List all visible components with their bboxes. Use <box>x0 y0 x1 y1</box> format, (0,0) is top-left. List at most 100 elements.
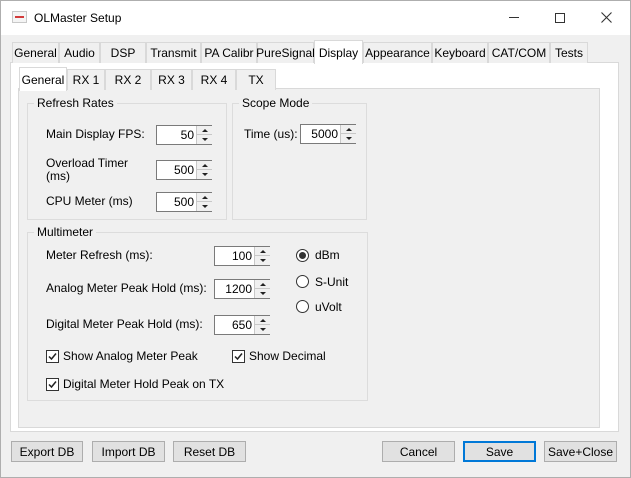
arrow-up-icon <box>259 249 266 253</box>
scope-time-spin-buttons <box>340 125 356 143</box>
scope-time-up-button[interactable] <box>341 125 356 134</box>
main-fps-spinner[interactable]: 50 <box>156 125 212 145</box>
save-button[interactable]: Save <box>463 441 536 462</box>
show-analog-peak-checkbox[interactable] <box>46 350 59 363</box>
inner-tab-tx[interactable]: TX <box>236 69 276 90</box>
radio-dbm[interactable] <box>296 249 309 262</box>
overload-timer-unit: (ms) <box>46 169 70 183</box>
inner-tab-rx1[interactable]: RX 1 <box>67 69 105 90</box>
show-decimal-label[interactable]: Show Decimal <box>249 349 326 363</box>
scope-mode-title: Scope Mode <box>239 96 313 110</box>
radio-uvolt-label[interactable]: uVolt <box>315 300 342 314</box>
minimize-button[interactable] <box>491 1 537 34</box>
tab-general[interactable]: General <box>12 42 59 63</box>
overload-timer-up-button[interactable] <box>197 161 212 170</box>
radio-s-unit-label[interactable]: S-Unit <box>315 275 348 289</box>
maximize-icon <box>555 12 565 23</box>
meter-refresh-spinner[interactable]: 100 <box>214 246 270 266</box>
analog-peak-spin-buttons <box>254 280 270 298</box>
export-db-button[interactable]: Export DB <box>11 441 83 462</box>
radio-uvolt[interactable] <box>296 300 309 313</box>
inner-tab-rx2[interactable]: RX 2 <box>105 69 151 90</box>
title-bar: OLMaster Setup <box>1 1 630 35</box>
arrow-up-icon <box>345 127 352 131</box>
tab-dsp[interactable]: DSP <box>100 42 146 63</box>
scope-mode-group: Scope Mode Time (us): 5000 <box>232 96 367 220</box>
refresh-rates-title: Refresh Rates <box>34 96 117 110</box>
digital-hold-tx-checkbox[interactable] <box>46 378 59 391</box>
minimize-icon <box>509 17 519 18</box>
tab-appearance[interactable]: Appearance <box>363 42 432 63</box>
cpu-meter-spin-buttons <box>196 193 212 211</box>
cpu-meter-label: CPU Meter (ms) <box>46 194 133 208</box>
meter-refresh-up-button[interactable] <box>255 247 270 256</box>
analog-peak-down-button[interactable] <box>255 289 270 298</box>
main-fps-down-button[interactable] <box>197 135 212 144</box>
setup-window: OLMaster Setup General Audio DSP Transmi… <box>0 0 631 478</box>
arrow-up-icon <box>201 195 208 199</box>
overload-timer-label: Overload Timer <box>46 156 129 170</box>
meter-refresh-label: Meter Refresh (ms): <box>46 248 153 262</box>
inner-tab-rx4[interactable]: RX 4 <box>192 69 236 90</box>
overload-timer-spinner[interactable]: 500 <box>156 160 212 180</box>
main-fps-label: Main Display FPS: <box>46 127 145 141</box>
cancel-button[interactable]: Cancel <box>382 441 455 462</box>
overload-timer-down-button[interactable] <box>197 170 212 179</box>
arrow-up-icon <box>201 128 208 132</box>
main-fps-up-button[interactable] <box>197 126 212 135</box>
arrow-down-icon <box>259 259 266 262</box>
scope-time-spinner[interactable]: 5000 <box>300 124 356 144</box>
analog-peak-up-button[interactable] <box>255 280 270 289</box>
radio-s-unit[interactable] <box>296 275 309 288</box>
cpu-meter-spinner[interactable]: 500 <box>156 192 212 212</box>
cpu-meter-up-button[interactable] <box>197 193 212 202</box>
tab-display[interactable]: Display <box>314 40 363 64</box>
analog-peak-label: Analog Meter Peak Hold (ms): <box>46 281 207 295</box>
cpu-meter-down-button[interactable] <box>197 202 212 211</box>
arrow-up-icon <box>259 318 266 322</box>
maximize-button[interactable] <box>537 1 583 34</box>
tab-transmit[interactable]: Transmit <box>146 42 201 63</box>
reset-db-button[interactable]: Reset DB <box>173 441 246 462</box>
meter-refresh-value: 100 <box>231 249 252 263</box>
tab-cat-com[interactable]: CAT/COM <box>488 42 550 63</box>
digital-peak-label: Digital Meter Peak Hold (ms): <box>46 317 203 331</box>
overload-timer-spin-buttons <box>196 161 212 179</box>
show-decimal-checkbox[interactable] <box>232 350 245 363</box>
scope-time-down-button[interactable] <box>341 134 356 143</box>
digital-peak-value: 650 <box>231 318 252 332</box>
tab-pa-calibr[interactable]: PA Calibr <box>201 42 257 63</box>
close-button[interactable] <box>583 1 629 34</box>
multimeter-title: Multimeter <box>34 225 97 239</box>
digital-hold-tx-label[interactable]: Digital Meter Hold Peak on TX <box>63 377 224 391</box>
cpu-meter-value: 500 <box>173 195 194 209</box>
tab-keyboard[interactable]: Keyboard <box>432 42 488 63</box>
save-close-button[interactable]: Save+Close <box>544 441 617 462</box>
arrow-down-icon <box>201 173 208 176</box>
arrow-down-icon <box>259 292 266 295</box>
digital-peak-up-button[interactable] <box>255 316 270 325</box>
tab-audio[interactable]: Audio <box>59 42 100 63</box>
main-fps-spin-buttons <box>196 126 212 144</box>
main-fps-value: 50 <box>180 128 194 142</box>
tab-tests[interactable]: Tests <box>550 42 588 63</box>
analog-peak-spinner[interactable]: 1200 <box>214 279 270 299</box>
digital-peak-down-button[interactable] <box>255 325 270 334</box>
analog-peak-value: 1200 <box>225 282 252 296</box>
arrow-down-icon <box>259 328 266 331</box>
scope-time-label: Time (us): <box>244 127 298 141</box>
digital-peak-spin-buttons <box>254 316 270 334</box>
import-db-button[interactable]: Import DB <box>92 441 165 462</box>
overload-timer-value: 500 <box>173 163 194 177</box>
checkmark-icon <box>48 353 57 361</box>
refresh-rates-group: Refresh Rates Main Display FPS: 50 Overl… <box>27 96 227 220</box>
radio-dbm-label[interactable]: dBm <box>315 248 340 262</box>
tab-puresignal[interactable]: PureSignal <box>256 42 315 63</box>
show-analog-peak-label[interactable]: Show Analog Meter Peak <box>63 349 198 363</box>
inner-tab-general[interactable]: General <box>19 67 67 91</box>
inner-tab-rx3[interactable]: RX 3 <box>151 69 192 90</box>
digital-peak-spinner[interactable]: 650 <box>214 315 270 335</box>
inner-tab-panel: Refresh Rates Main Display FPS: 50 Overl… <box>18 88 600 428</box>
meter-refresh-down-button[interactable] <box>255 256 270 265</box>
arrow-down-icon <box>201 205 208 208</box>
